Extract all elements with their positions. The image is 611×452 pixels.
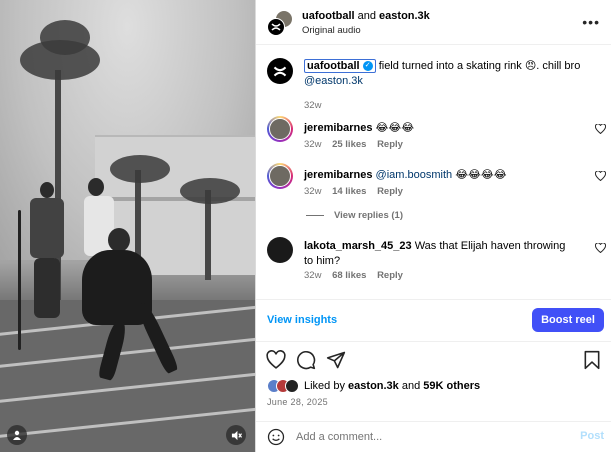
like-heart-icon[interactable]: [266, 350, 286, 370]
person-head: [40, 182, 54, 198]
reply-button[interactable]: Reply: [377, 139, 403, 150]
comment-username[interactable]: jeremibarnes: [304, 122, 372, 134]
commenter-avatar[interactable]: [267, 237, 293, 263]
comment-row: jeremibarnes 😂😂😂 32w 25 likes Reply: [256, 116, 611, 156]
reply-button[interactable]: Reply: [377, 270, 403, 281]
more-horizontal-icon[interactable]: •••: [582, 14, 600, 30]
post-caption: uafootball ✓ field turned into a skating…: [304, 59, 594, 113]
heart-icon[interactable]: [594, 242, 607, 256]
heart-icon[interactable]: [594, 123, 607, 137]
comment-meta: 32w 68 likes Reply: [304, 270, 403, 281]
user-tag-icon[interactable]: [7, 425, 27, 445]
bookmark-icon[interactable]: [582, 350, 602, 370]
audio-label[interactable]: Original audio: [302, 25, 361, 36]
comments-list[interactable]: uafootball ✓ field turned into a skating…: [256, 45, 611, 299]
comment-likes[interactable]: 14 likes: [332, 186, 366, 197]
verified-badge-icon: ✓: [362, 61, 373, 72]
comment-username[interactable]: jeremibarnes: [304, 169, 372, 181]
mute-icon[interactable]: [226, 425, 246, 445]
post-date: June 28, 2025: [267, 397, 328, 407]
likes-count[interactable]: 59K others: [423, 380, 480, 392]
comment-body: jeremibarnes 😂😂😂: [304, 121, 566, 136]
likes-summary[interactable]: Liked by easton.3k and 59K others: [267, 379, 480, 393]
collaborator-username[interactable]: easton.3k: [379, 10, 430, 22]
player-helmet: [108, 228, 130, 252]
insights-bar: View insights Boost reel: [256, 299, 611, 341]
liker-avatar: [285, 379, 299, 393]
likes-connector: and: [401, 380, 421, 392]
person-head: [88, 178, 104, 196]
caption-avatar[interactable]: [267, 58, 293, 84]
palm-frond: [110, 155, 170, 183]
comment-likes[interactable]: 25 likes: [332, 139, 366, 150]
comment-row: jeremibarnes @iam.boosmith 😂😂😂😂 32w 14 l…: [256, 163, 611, 203]
reel-video[interactable]: [0, 0, 255, 452]
palm-frond: [40, 20, 90, 55]
comment-meta: 32w 25 likes Reply: [304, 139, 403, 150]
comment-mention[interactable]: @iam.boosmith: [376, 169, 453, 181]
authors-connector: and: [357, 10, 376, 22]
owner-username[interactable]: uafootball: [302, 10, 355, 22]
person-bystander: [30, 198, 64, 258]
post-authors: uafootball and easton.3k: [302, 10, 430, 22]
caption-time: 32w: [304, 100, 322, 111]
view-replies-button[interactable]: View replies (1): [306, 210, 403, 221]
comment-time: 32w: [304, 139, 322, 150]
comment-time: 32w: [304, 186, 322, 197]
comment-text: 😂😂😂😂: [455, 169, 507, 181]
comment-username[interactable]: lakota_marsh_45_23: [304, 240, 412, 252]
collab-avatars[interactable]: [267, 10, 293, 36]
comment-likes[interactable]: 68 likes: [332, 270, 366, 281]
caption-text: field turned into a skating rink 😠. chil…: [378, 60, 581, 72]
comment-icon[interactable]: [296, 350, 316, 370]
post-header: uafootball and easton.3k Original audio …: [256, 0, 611, 45]
comment-row: lakota_marsh_45_23 Was that Elijah haven…: [256, 237, 611, 293]
caption-mention[interactable]: @easton.3k: [304, 75, 363, 87]
post-button[interactable]: Post: [580, 430, 604, 442]
camera-tripod: [18, 210, 21, 350]
ua-logo-icon: [267, 18, 285, 36]
palm-frond: [180, 178, 240, 204]
post-details-panel: uafootball and easton.3k Original audio …: [255, 0, 611, 452]
comment-meta: 32w 14 likes Reply: [304, 186, 403, 197]
share-icon[interactable]: [326, 350, 346, 370]
comment-time: 32w: [304, 270, 322, 281]
likes-prefix: Liked by: [304, 380, 345, 392]
reply-button[interactable]: Reply: [377, 186, 403, 197]
comment-input[interactable]: [296, 429, 546, 445]
comment-body: jeremibarnes @iam.boosmith 😂😂😂😂: [304, 168, 566, 183]
comment-body: lakota_marsh_45_23 Was that Elijah haven…: [304, 239, 566, 269]
heart-icon[interactable]: [594, 170, 607, 184]
comment-text: 😂😂😂: [375, 122, 415, 134]
post-actions: Liked by easton.3k and 59K others June 2…: [256, 341, 611, 421]
commenter-avatar[interactable]: [267, 116, 293, 142]
view-insights-link[interactable]: View insights: [267, 314, 337, 326]
boost-reel-button[interactable]: Boost reel: [532, 308, 604, 332]
liker-username[interactable]: easton.3k: [348, 380, 399, 392]
emoji-icon[interactable]: [267, 428, 285, 446]
add-comment-bar: Post: [256, 421, 611, 452]
commenter-avatar[interactable]: [267, 163, 293, 189]
caption-username[interactable]: uafootball ✓: [304, 59, 376, 73]
